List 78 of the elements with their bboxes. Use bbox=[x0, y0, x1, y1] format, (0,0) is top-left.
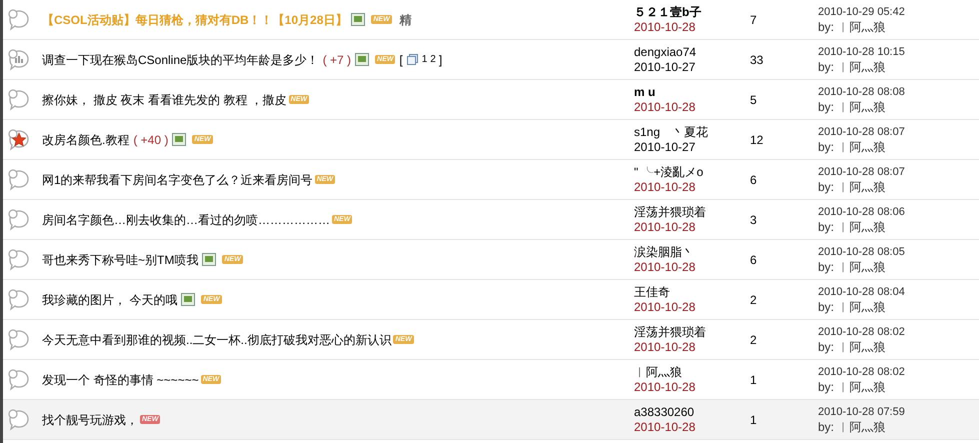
post-date: 2010-10-28 bbox=[634, 420, 696, 434]
bracket-text: [ bbox=[399, 52, 403, 68]
reply-count: 1 bbox=[750, 412, 757, 426]
reply-count: 12 bbox=[750, 132, 764, 146]
post-date: 2010-10-28 bbox=[634, 100, 696, 114]
reply-count: 6 bbox=[750, 252, 757, 266]
author-name[interactable]: ︱阿灬狼 bbox=[634, 364, 750, 380]
last-post-time[interactable]: 2010-10-28 08:07 bbox=[818, 124, 905, 140]
author-name[interactable]: 王佳奇 bbox=[634, 284, 750, 300]
image-icon bbox=[351, 13, 366, 26]
reply-count: 1 bbox=[750, 372, 757, 386]
author-name[interactable]: ５２１壹b子 bbox=[634, 4, 750, 20]
author-name[interactable]: " ╰+淩亂メo bbox=[634, 164, 750, 180]
last-post-time[interactable]: 2010-10-28 08:08 bbox=[818, 84, 905, 100]
post-date: 2010-10-27 bbox=[634, 140, 696, 154]
last-post-time[interactable]: 2010-10-28 08:02 bbox=[818, 324, 905, 340]
reply-count: 5 bbox=[750, 92, 757, 106]
last-post-time[interactable]: 2010-10-28 07:59 bbox=[818, 404, 905, 420]
last-post-time[interactable]: 2010-10-28 08:04 bbox=[818, 284, 905, 300]
thread-title[interactable]: 改房名颜色.教程 bbox=[42, 130, 130, 148]
last-poster: by: ︱阿灬狼 bbox=[818, 140, 886, 154]
post-date: 2010-10-28 bbox=[634, 260, 696, 274]
author-name[interactable]: m u bbox=[634, 84, 750, 100]
last-poster: by: ︱阿灬狼 bbox=[818, 380, 886, 394]
rating-score: ( +40 ) bbox=[133, 132, 168, 148]
reply-count: 7 bbox=[750, 12, 757, 26]
author-name[interactable]: dengxiao74 bbox=[634, 44, 750, 60]
reply-count: 2 bbox=[750, 332, 757, 346]
author-name[interactable]: 淫荡并猥琐着 bbox=[634, 204, 750, 220]
last-poster: by: ︱阿灬狼 bbox=[818, 60, 886, 74]
reply-count: 2 bbox=[750, 292, 757, 306]
author-name[interactable]: 涙染胭脂丶 bbox=[634, 244, 750, 260]
thread-title[interactable]: 擦你妹， 撒皮 夜末 看看谁先发的 教程 ，撒皮 bbox=[42, 90, 287, 108]
bracket-text: ] bbox=[438, 52, 442, 68]
rating-score: ( +7 ) bbox=[322, 52, 352, 68]
digest-label: 精 bbox=[400, 12, 412, 28]
thread-title[interactable]: 今天无意中看到那谁的视频..二女一杯..彻底打破我对恶心的新认识 bbox=[42, 330, 392, 348]
last-poster: by: ︱阿灬狼 bbox=[818, 340, 886, 354]
last-post-time[interactable]: 2010-10-28 08:06 bbox=[818, 204, 905, 220]
last-post-time[interactable]: 2010-10-28 08:05 bbox=[818, 244, 905, 260]
last-poster: by: ︱阿灬狼 bbox=[818, 180, 886, 194]
post-date: 2010-10-28 bbox=[634, 180, 696, 194]
thread-title[interactable]: 找个靓号玩游戏， bbox=[42, 410, 138, 428]
page-link[interactable]: 1 bbox=[422, 52, 428, 67]
image-icon bbox=[202, 253, 216, 266]
last-poster: by: ︱阿灬狼 bbox=[818, 260, 886, 274]
reply-count: 3 bbox=[750, 212, 757, 226]
last-post-time[interactable]: 2010-10-29 05:42 bbox=[818, 4, 905, 20]
last-post-time[interactable]: 2010-10-28 08:02 bbox=[818, 364, 905, 380]
thread-title[interactable]: 哥也来秀下称号哇~别TM喷我 bbox=[42, 250, 198, 268]
author-name[interactable]: s1ng 丶夏花 bbox=[634, 124, 750, 140]
last-poster: by: ︱阿灬狼 bbox=[818, 20, 886, 34]
image-icon bbox=[181, 293, 196, 306]
thread-title[interactable]: 网1的来帮我看下房间名字变色了么？近来看房间号 bbox=[42, 170, 313, 188]
last-post-time[interactable]: 2010-10-28 08:07 bbox=[818, 164, 905, 180]
post-date: 2010-10-28 bbox=[634, 340, 696, 354]
last-poster: by: ︱阿灬狼 bbox=[818, 100, 886, 114]
thread-title[interactable]: 调查一下现在猴岛CSonline版块的平均年龄是多少！ bbox=[42, 50, 319, 68]
last-poster: by: ︱阿灬狼 bbox=[818, 300, 886, 314]
pages-icon bbox=[406, 54, 418, 65]
post-date: 2010-10-28 bbox=[634, 20, 696, 34]
image-icon bbox=[172, 133, 186, 146]
thread-title[interactable]: 我珍藏的图片， 今天的哦 bbox=[42, 290, 178, 308]
post-date: 2010-10-28 bbox=[634, 300, 696, 314]
post-date: 2010-10-28 bbox=[634, 380, 696, 394]
page-link[interactable]: 2 bbox=[430, 52, 436, 67]
thread-title[interactable]: 房间名字颜色…刚去收集的…看过的勿喷……………… bbox=[42, 210, 330, 228]
post-date: 2010-10-27 bbox=[634, 60, 696, 74]
author-name[interactable]: 淫荡并猥琐着 bbox=[634, 324, 750, 340]
last-poster: by: ︱阿灬狼 bbox=[818, 220, 886, 234]
author-name[interactable]: a38330260 bbox=[634, 404, 750, 420]
last-post-time[interactable]: 2010-10-28 10:15 bbox=[818, 44, 905, 60]
reply-count: 33 bbox=[750, 52, 764, 66]
last-poster: by: ︱阿灬狼 bbox=[818, 420, 886, 434]
post-date: 2010-10-28 bbox=[634, 220, 696, 234]
thread-title[interactable]: 发现一个 奇怪的事情 ~~~~~~ bbox=[42, 370, 199, 388]
reply-count: 6 bbox=[750, 172, 757, 186]
image-icon bbox=[355, 53, 370, 66]
